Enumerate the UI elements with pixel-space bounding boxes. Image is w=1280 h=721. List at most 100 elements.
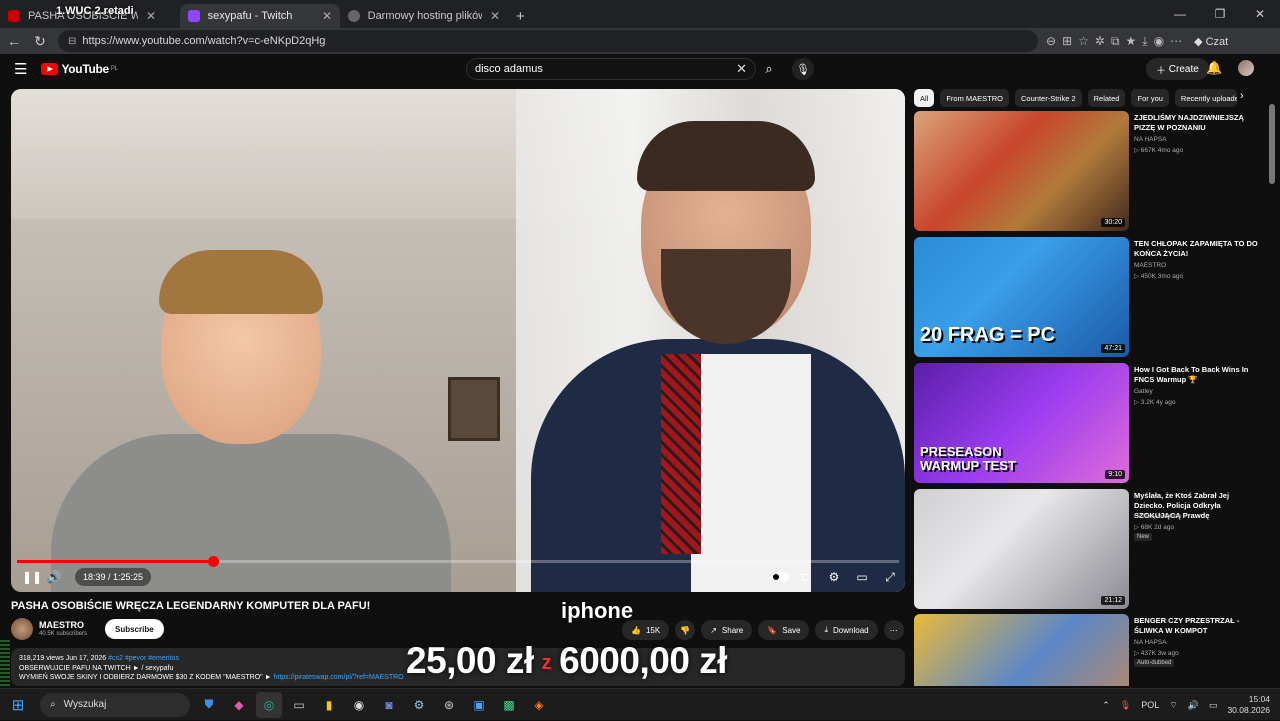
chevron-right-icon[interactable]: › bbox=[1240, 90, 1244, 102]
notes-app-icon[interactable]: ▮ bbox=[316, 692, 342, 718]
subscribe-button[interactable]: Subscribe bbox=[105, 619, 164, 639]
captions-icon[interactable]: ⊏ bbox=[795, 567, 817, 587]
recommendation-item[interactable]: 30:20 ZJEDLIŚMY NAJDZIWNIEJSZĄ PIZZĘ W P… bbox=[914, 111, 1264, 231]
save-button[interactable]: 🔖 Save bbox=[758, 620, 810, 640]
voice-search-button[interactable]: 🎙 bbox=[792, 58, 814, 80]
site-info-icon[interactable]: ⊟ bbox=[68, 36, 76, 47]
profile-icon[interactable]: ◉ bbox=[1154, 34, 1164, 48]
favorites-icon[interactable]: ★ bbox=[1126, 34, 1137, 48]
copilot-app-icon[interactable]: ◆ bbox=[226, 692, 252, 718]
close-tab-icon[interactable]: ✕ bbox=[490, 9, 500, 23]
taskbar-search[interactable]: ⌕ Wyszukaj bbox=[40, 692, 190, 717]
close-window-icon[interactable]: ✕ bbox=[1240, 0, 1280, 28]
app-orange-icon[interactable]: ◈ bbox=[526, 692, 552, 718]
recommendation-item[interactable]: BENGER CZY PRZESTRZAŁ - ŚLIWKA W KOMPOT … bbox=[914, 614, 1264, 686]
recommendation-title[interactable]: How I Got Back To Back Wins In FNCS Warm… bbox=[1134, 365, 1259, 385]
progress-scrubber[interactable] bbox=[207, 556, 219, 567]
channel-name[interactable]: MAESTRO bbox=[39, 620, 84, 630]
share-button[interactable]: ↗ Share bbox=[701, 620, 753, 640]
video-thumbnail[interactable]: 20 FRAG = PC 47:21 bbox=[914, 237, 1129, 357]
video-thumbnail[interactable]: 30:20 bbox=[914, 111, 1129, 231]
recommendation-channel[interactable]: MAESTRO bbox=[1134, 262, 1166, 269]
browser-tab-twitch[interactable]: sexypafu - Twitch ✕ bbox=[180, 4, 340, 28]
autoplay-toggle[interactable] bbox=[771, 572, 789, 582]
app-icon[interactable]: ⊞ bbox=[1062, 34, 1072, 48]
video-player[interactable]: ❚❚ 🔊 18:39 / 1:25:25 ⊏ ⚙ ▭ ⤢ bbox=[11, 89, 905, 592]
taskbar-clock[interactable]: 15:04 30.08.2026 bbox=[1227, 694, 1270, 716]
channel-avatar[interactable] bbox=[11, 618, 33, 640]
speaker-icon[interactable]: 🔊 bbox=[1188, 700, 1199, 711]
tray-chevron-up-icon[interactable]: ⌃ bbox=[1102, 700, 1110, 711]
search-button[interactable]: ⌕ bbox=[756, 58, 782, 80]
back-icon[interactable]: ← bbox=[2, 29, 26, 53]
recommendation-title[interactable]: TEN CHŁOPAK ZAPAMIĘTA TO DO KOŃCA ŻYCIA! bbox=[1134, 239, 1259, 259]
steam-icon[interactable]: ⚙ bbox=[406, 692, 432, 718]
maximize-icon[interactable]: ❐ bbox=[1200, 0, 1240, 28]
collections-icon[interactable]: ⧉ bbox=[1111, 34, 1120, 49]
clear-search-icon[interactable]: ✕ bbox=[736, 61, 747, 77]
hashtags[interactable]: #cs2 #pevor #emeritos bbox=[108, 655, 179, 662]
dislike-button[interactable]: 👎 bbox=[675, 620, 696, 640]
favorite-star-icon[interactable]: ☆ bbox=[1078, 34, 1089, 48]
copilot-chat-button[interactable]: ◆ Czat bbox=[1194, 35, 1228, 48]
miniplayer-icon[interactable]: ▭ bbox=[851, 567, 873, 587]
page-scrollbar[interactable] bbox=[1268, 84, 1276, 688]
promo-link[interactable]: https://pirateswap.com/pl/?ref=MAESTRO bbox=[273, 674, 403, 681]
start-windows-icon[interactable]: ⊞ bbox=[0, 689, 36, 721]
close-tab-icon[interactable]: ✕ bbox=[146, 9, 156, 23]
recommendation-item[interactable]: 21:12 Myślała, że Ktoś Zabrał Jej Dzieck… bbox=[914, 489, 1264, 609]
wifi-icon[interactable]: ⌔ bbox=[1169, 700, 1177, 711]
recommendation-title[interactable]: ZJEDLIŚMY NAJDZIWNIEJSZĄ PIZZĘ W POZNANI… bbox=[1134, 113, 1259, 133]
account-avatar[interactable] bbox=[1238, 60, 1254, 76]
recommendation-title[interactable]: BENGER CZY PRZESTRZAŁ - ŚLIWKA W KOMPOT bbox=[1134, 616, 1259, 636]
close-tab-icon[interactable]: ✕ bbox=[322, 9, 332, 23]
pause-button[interactable]: ❚❚ bbox=[21, 567, 43, 587]
chip-recently-uploaded[interactable]: Recently uploaded bbox=[1174, 89, 1237, 107]
zoom-icon[interactable]: ⊖ bbox=[1046, 34, 1056, 48]
create-button[interactable]: ＋ Create bbox=[1146, 58, 1209, 80]
more-menu-icon[interactable]: ⋯ bbox=[1170, 34, 1182, 48]
recommendation-channel[interactable]: Detektywi Crime bbox=[1134, 513, 1181, 520]
video-thumbnail[interactable]: 21:12 bbox=[914, 489, 1129, 609]
menu-icon[interactable]: ☰ bbox=[14, 60, 27, 78]
download-button[interactable]: ⤓ Download bbox=[815, 620, 878, 640]
extensions-icon[interactable]: ✲ bbox=[1095, 34, 1105, 48]
app-circle-icon[interactable]: ⊛ bbox=[436, 692, 462, 718]
progress-bar[interactable] bbox=[17, 556, 899, 567]
notifications-bell-icon[interactable]: 🔔 bbox=[1206, 60, 1222, 76]
battery-icon[interactable]: ▭ bbox=[1209, 700, 1218, 711]
app-green-icon[interactable]: ▩ bbox=[496, 692, 522, 718]
downloads-icon[interactable]: ⤓ bbox=[1142, 34, 1147, 49]
edge-browser-icon[interactable]: ◎ bbox=[256, 691, 282, 718]
app-blue-icon[interactable]: ▣ bbox=[466, 692, 492, 718]
minimize-icon[interactable]: — bbox=[1160, 0, 1200, 28]
obs-icon[interactable]: ◉ bbox=[346, 692, 372, 718]
fullscreen-icon[interactable]: ⤢ bbox=[879, 567, 901, 587]
recommendation-channel[interactable]: Gatley bbox=[1134, 388, 1153, 395]
chip-related[interactable]: Related bbox=[1087, 89, 1126, 107]
video-thumbnail[interactable]: PRESEASON WARMUP TEST 9:10 bbox=[914, 363, 1129, 483]
settings-gear-icon[interactable]: ⚙ bbox=[823, 567, 845, 587]
new-tab-button[interactable]: + bbox=[508, 4, 533, 28]
youtube-logo[interactable]: YouTube PL bbox=[41, 62, 118, 76]
recommendation-channel[interactable]: NA HAPSA bbox=[1134, 639, 1167, 646]
chip-counter-strike[interactable]: Counter-Strike 2 bbox=[1015, 89, 1082, 107]
language-indicator[interactable]: POL bbox=[1141, 700, 1159, 710]
recommendation-item[interactable]: 20 FRAG = PC 47:21 TEN CHŁOPAK ZAPAMIĘTA… bbox=[914, 237, 1264, 357]
terminal-icon[interactable]: ▭ bbox=[286, 692, 312, 718]
defender-icon[interactable]: ⛊ bbox=[196, 692, 222, 718]
chip-from-maestro[interactable]: From MAESTRO bbox=[940, 89, 1010, 107]
chip-for-you[interactable]: For you bbox=[1131, 89, 1169, 107]
url-field[interactable]: ⊟ https://www.youtube.com/watch?v=c-eNKp… bbox=[58, 30, 1038, 52]
browser-tab-hosting[interactable]: Darmowy hosting plików - Wrzuc ✕ bbox=[340, 4, 508, 28]
discord-icon[interactable]: ◙ bbox=[376, 692, 402, 718]
video-thumbnail[interactable] bbox=[914, 614, 1129, 686]
chip-all[interactable]: All bbox=[914, 89, 935, 107]
volume-icon[interactable]: 🔊 bbox=[43, 567, 65, 587]
recommendation-item[interactable]: PRESEASON WARMUP TEST 9:10 How I Got Bac… bbox=[914, 363, 1264, 483]
reload-icon[interactable]: ↻ bbox=[28, 29, 52, 53]
tray-microphone-icon[interactable]: 🎙 bbox=[1120, 700, 1131, 711]
scrollbar-thumb[interactable] bbox=[1269, 104, 1275, 184]
search-input[interactable]: disco adamus ✕ bbox=[466, 58, 756, 80]
recommendation-channel[interactable]: NA HAPSA bbox=[1134, 136, 1167, 143]
